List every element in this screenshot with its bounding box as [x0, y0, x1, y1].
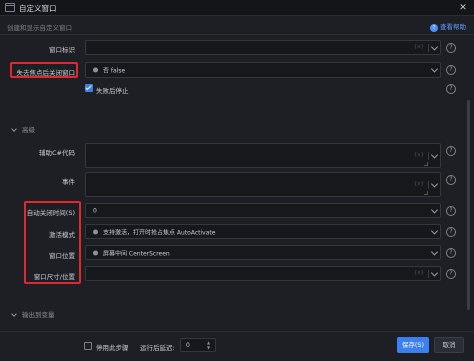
option-dot-icon	[93, 229, 98, 234]
divider	[428, 44, 429, 52]
window-position-select[interactable]: 屏幕中间 CenterScreen	[85, 245, 441, 260]
question-circle-icon[interactable]: ?	[446, 43, 456, 53]
advanced-section-toggle[interactable]: 高级	[11, 124, 35, 134]
stepper-icon[interactable]: ▲ ▼	[207, 340, 212, 350]
chevron-down-icon	[11, 311, 17, 317]
option-dot-icon	[93, 67, 98, 73]
run-delay-input[interactable]: 0 ▲ ▼	[180, 338, 216, 352]
chevron-down-icon[interactable]	[430, 226, 439, 235]
chevron-down-icon[interactable]	[430, 205, 439, 214]
advanced-section-label: 高级	[22, 126, 35, 134]
highlight-box	[10, 62, 78, 78]
variable-insert-icon[interactable]: {x}	[414, 270, 424, 276]
highlight-box	[24, 201, 81, 284]
question-circle-icon[interactable]: ?	[446, 227, 456, 237]
scrollbar[interactable]	[467, 100, 470, 310]
close-icon[interactable]: ✕	[457, 2, 469, 14]
events-field[interactable]: {x}	[85, 172, 441, 197]
option-dot-icon	[93, 250, 98, 255]
question-circle-icon[interactable]: ?	[446, 175, 456, 185]
chevron-down-icon[interactable]	[430, 65, 439, 73]
question-circle-icon: ?	[430, 24, 438, 32]
output-section-label: 输出到变量	[22, 311, 55, 319]
question-circle-icon[interactable]: ?	[446, 269, 456, 279]
chevron-down-icon[interactable]	[430, 268, 439, 277]
save-button[interactable]: 保存(S)	[397, 337, 429, 353]
question-circle-icon[interactable]: ?	[446, 146, 456, 156]
chevron-down-icon[interactable]	[430, 150, 439, 159]
dialog-description: 创建和显示自定义窗口	[7, 24, 72, 32]
disable-step-label: 停用此步骤	[96, 344, 129, 352]
divider	[428, 152, 429, 160]
resize-handle[interactable]	[424, 162, 428, 166]
stop-on-fail-label: 失败后停止	[96, 87, 129, 95]
window-position-value: 屏幕中间 CenterScreen	[103, 250, 170, 257]
variable-insert-icon[interactable]: {x}	[414, 152, 424, 158]
auto-close-time-input[interactable]: 0	[85, 203, 441, 218]
run-delay-label: 运行后延迟:	[140, 344, 175, 352]
divider	[428, 181, 429, 189]
activation-mode-value: 支持激活，打开时抢占焦点 AutoActivate	[103, 229, 216, 236]
auto-close-time-value: 0	[93, 207, 97, 214]
window-id-field[interactable]: {x}	[85, 40, 441, 55]
question-circle-icon[interactable]: ?	[446, 206, 456, 216]
close-on-blur-value: 否 false	[103, 67, 126, 75]
aux-code-label: 辅助C#代码	[39, 149, 75, 157]
variable-insert-icon[interactable]: {x}	[414, 44, 424, 50]
activation-mode-select[interactable]: 支持激活，打开时抢占焦点 AutoActivate	[85, 224, 441, 239]
window-size-position-field[interactable]: {x}	[85, 266, 441, 281]
help-link[interactable]: ? 查看帮助	[430, 21, 466, 32]
disable-step-checkbox[interactable]	[84, 342, 92, 350]
help-link-label: 查看帮助	[440, 23, 466, 31]
stop-on-fail-checkbox[interactable]	[85, 84, 93, 92]
divider	[428, 270, 429, 278]
dialog-header: 创建和显示自定义窗口 ? 查看帮助	[0, 17, 474, 35]
window-title: 自定义窗口	[19, 4, 57, 13]
chevron-down-icon[interactable]	[430, 42, 439, 51]
variable-insert-icon[interactable]: {x}	[414, 181, 424, 187]
question-circle-icon[interactable]: ?	[446, 248, 456, 258]
chevron-down-icon[interactable]	[430, 179, 439, 188]
aux-code-field[interactable]: {x}	[85, 143, 441, 168]
question-circle-icon[interactable]: ?	[446, 65, 456, 75]
cancel-button[interactable]: 取消	[434, 337, 464, 353]
footer: 停用此步骤 运行后延迟: 0 ▲ ▼ 保存(S) 取消	[0, 331, 474, 361]
output-section-toggle[interactable]: 输出到变量	[11, 309, 55, 319]
events-label: 事件	[62, 178, 75, 186]
resize-handle[interactable]	[424, 191, 428, 195]
chevron-down-icon[interactable]	[430, 247, 439, 256]
question-circle-icon[interactable]: ?	[446, 84, 456, 94]
run-delay-value: 0	[186, 342, 190, 349]
window-icon	[5, 3, 15, 12]
chevron-down-icon	[11, 126, 17, 132]
close-on-blur-select[interactable]: 否 false	[85, 62, 441, 78]
title-bar: 自定义窗口 ✕	[0, 0, 474, 16]
window-id-label: 窗口标识	[49, 46, 75, 54]
